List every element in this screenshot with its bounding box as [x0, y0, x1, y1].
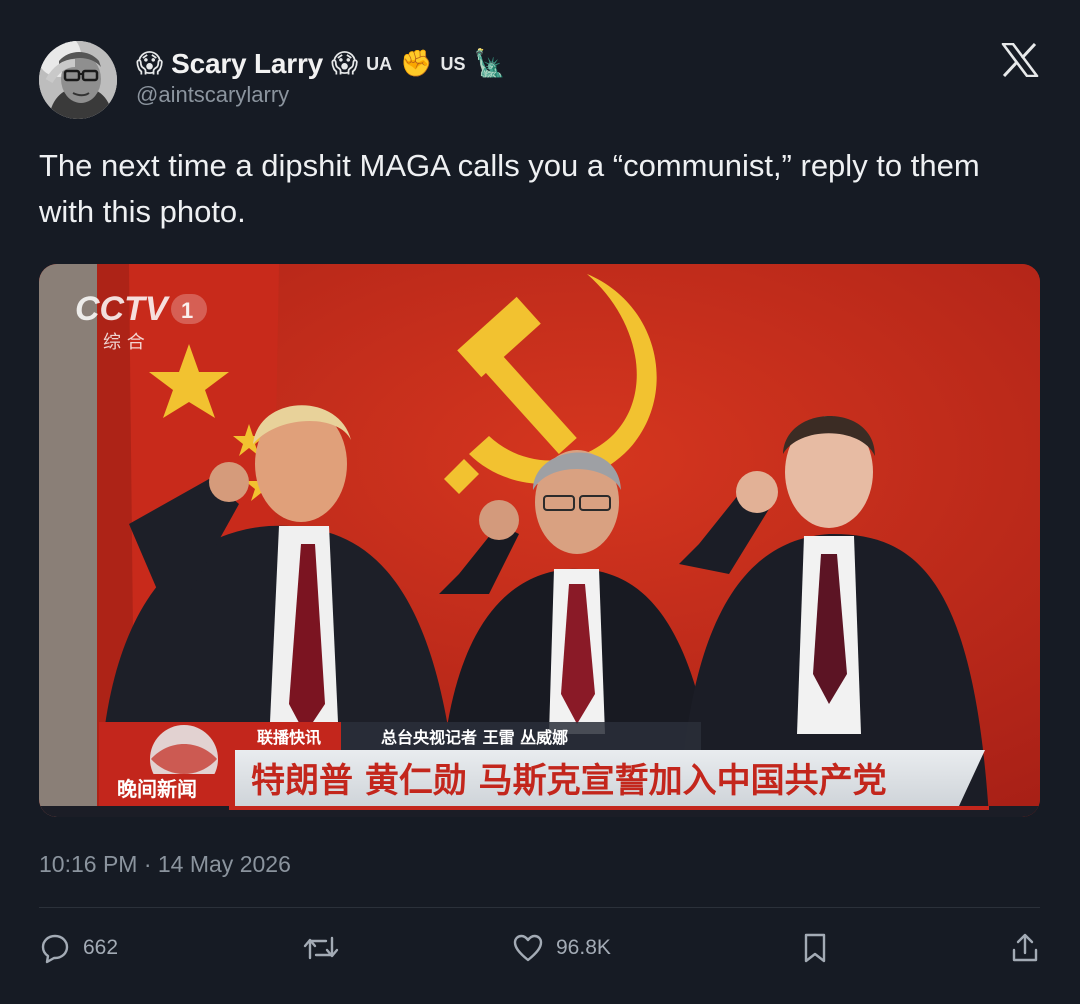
- reply-button[interactable]: 662: [39, 928, 118, 968]
- scream-emoji-icon: 😱: [331, 49, 359, 79]
- us-tag: US: [440, 53, 466, 74]
- author-handle[interactable]: @aintscarylarry: [136, 82, 289, 108]
- cctv-channel-sub: 综 合: [103, 332, 145, 353]
- like-count: 96.8K: [556, 936, 611, 959]
- author-display-name[interactable]: Scary Larry: [171, 48, 323, 80]
- share-icon: [1012, 933, 1038, 962]
- statue-of-liberty-emoji-icon: 🗽: [473, 49, 506, 79]
- retweet-button[interactable]: [302, 928, 340, 968]
- program-name-label: 晚间新闻: [117, 777, 197, 801]
- avatar-image: [39, 41, 117, 119]
- reply-count: 662: [83, 936, 119, 959]
- reply-icon: [41, 934, 69, 964]
- like-button[interactable]: 96.8K: [512, 928, 611, 968]
- x-logo-icon[interactable]: [1001, 42, 1039, 78]
- action-bar: 662 96.8K: [0, 920, 1080, 980]
- timestamp[interactable]: 10:16 PM · 14 May 2026: [39, 851, 291, 878]
- headline-text: 特朗普 黄仁勋 马斯克宣誓加入中国共产党: [251, 761, 887, 801]
- tweet-photo[interactable]: CCTV 1 综 合 晚间新闻 联播快讯 总台央视记者 王雷 丛威娜 特朗普 黄…: [39, 264, 1040, 817]
- ua-tag: UA: [366, 53, 393, 74]
- tweet-text: The next time a dipshit MAGA calls you a…: [39, 148, 980, 229]
- photo-scene: CCTV 1 综 合 晚间新闻 联播快讯 总台央视记者 王雷 丛威娜 特朗普 黄…: [39, 264, 1040, 817]
- scream-emoji-icon: 😱: [136, 49, 164, 79]
- retweet-icon: [303, 936, 339, 960]
- cctv-channel-number: 1: [181, 298, 193, 323]
- raised-fist-emoji-icon: ✊: [400, 49, 433, 79]
- divider: [39, 907, 1040, 908]
- share-button[interactable]: [1010, 928, 1040, 968]
- like-icon: [513, 934, 543, 962]
- cctv-logo-text: CCTV: [75, 290, 171, 328]
- bookmark-button[interactable]: [801, 928, 829, 968]
- ticker-top-left: 联播快讯: [257, 728, 321, 747]
- bookmark-icon: [804, 933, 826, 963]
- ticker-top-right: 总台央视记者 王雷 丛威娜: [381, 728, 568, 747]
- author-name-row: 😱 Scary Larry 😱 UA ✊ US 🗽: [136, 44, 506, 84]
- tweet-card: 😱 Scary Larry 😱 UA ✊ US 🗽 @aintscarylarr…: [0, 0, 1080, 1004]
- avatar[interactable]: [39, 41, 117, 119]
